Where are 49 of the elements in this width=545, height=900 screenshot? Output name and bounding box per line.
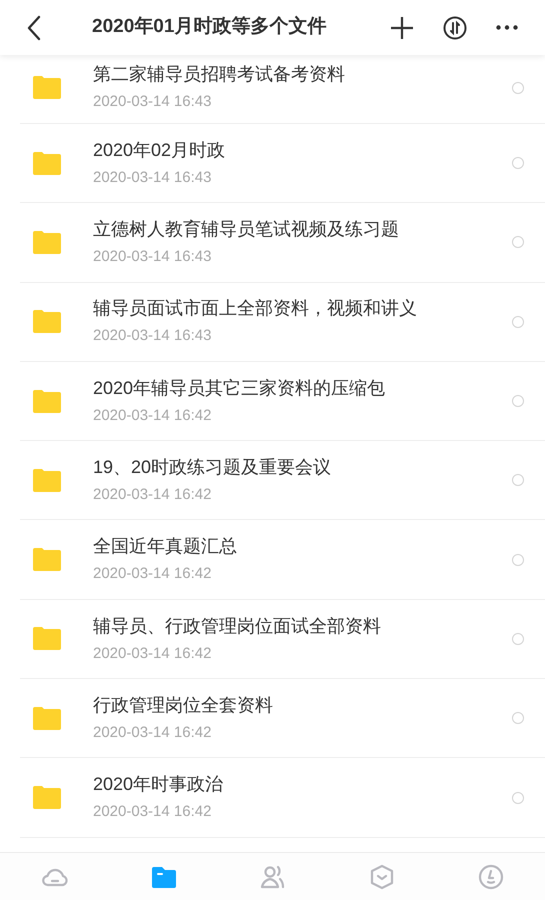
folder-icon [33, 468, 61, 492]
file-row[interactable]: 立德树人教育辅导员笔试视频及练习题 2020-03-14 16:43 [20, 203, 545, 283]
folder-icon [33, 76, 61, 99]
folder-icon [33, 230, 61, 254]
file-name: 19、20时政练习题及重要会议 [93, 456, 332, 480]
file-name: 立德树人教育辅导员笔试视频及练习题 [93, 218, 400, 242]
file-time: 2020-03-14 16:42 [93, 644, 212, 664]
folder-icon [33, 548, 61, 572]
file-time: 2020-03-14 16:43 [93, 168, 212, 188]
file-row[interactable]: 辅导员、行政管理岗位面试全部资料 2020-03-14 16:42 [20, 600, 545, 680]
file-time: 2020-03-14 16:43 [93, 92, 212, 112]
sort-icon [443, 16, 467, 40]
file-row[interactable]: 行政管理岗位全套资料 2020-03-14 16:42 [20, 679, 545, 758]
file-name: 第二家辅导员招聘考试备考资料 [93, 63, 346, 86]
file-time: 2020-03-14 16:42 [93, 485, 212, 506]
file-time: 2020-03-14 16:42 [93, 802, 212, 822]
file-name: 全国近年真题汇总 [93, 535, 238, 558]
file-row[interactable]: 辅导员面试市面上全部资料，视频和讲义 2020-03-14 16:43 [20, 282, 545, 362]
file-time: 2020-03-14 16:42 [93, 722, 212, 743]
file-time: 2020-03-14 16:42 [93, 564, 212, 584]
file-name: 2020年时事政治 [93, 773, 224, 796]
more-icon [496, 25, 518, 30]
file-row[interactable]: 19、20时政练习题及重要会议 2020-03-14 16:42 [20, 441, 545, 520]
add-button[interactable] [389, 14, 415, 40]
file-name: 行政管理岗位全套资料 [93, 694, 274, 717]
file-time: 2020-03-14 16:42 [93, 406, 212, 426]
folder-icon [33, 310, 61, 334]
file-name: 辅导员、行政管理岗位面试全部资料 [93, 614, 382, 638]
file-row[interactable]: 2020年时事政治 2020-03-14 16:42 [20, 758, 545, 838]
folder-icon [33, 786, 61, 810]
folder-icon [33, 706, 61, 730]
sort-button[interactable] [442, 14, 468, 40]
file-time: 2020-03-14 16:43 [93, 247, 212, 268]
file-name: 2020年02月时政 [93, 138, 226, 162]
file-row[interactable]: 2020年辅导员其它三家资料的压缩包 2020-03-14 16:42 [20, 362, 545, 442]
back-icon [27, 14, 41, 40]
file-name: 2020年辅导员其它三家资料的压缩包 [93, 376, 386, 400]
file-row[interactable]: 全国近年真题汇总 2020-03-14 16:42 [20, 520, 545, 600]
window-title: 2020年01月时政等多个文件 [92, 14, 326, 40]
file-time: 2020-03-14 16:43 [93, 326, 212, 346]
folder-icon [33, 627, 61, 650]
file-row[interactable]: 第二家辅导员招聘考试备考资料 2020-03-14 16:43 [20, 55, 545, 124]
folder-icon [33, 390, 61, 413]
plus-icon [391, 16, 413, 38]
folder-icon [33, 152, 61, 175]
clock-icon [476, 863, 504, 891]
file-row[interactable]: 2020年02月时政 2020-03-14 16:43 [20, 124, 545, 204]
people-icon [258, 863, 286, 891]
file-name: 辅导员面试市面上全部资料，视频和讲义 [93, 297, 418, 320]
